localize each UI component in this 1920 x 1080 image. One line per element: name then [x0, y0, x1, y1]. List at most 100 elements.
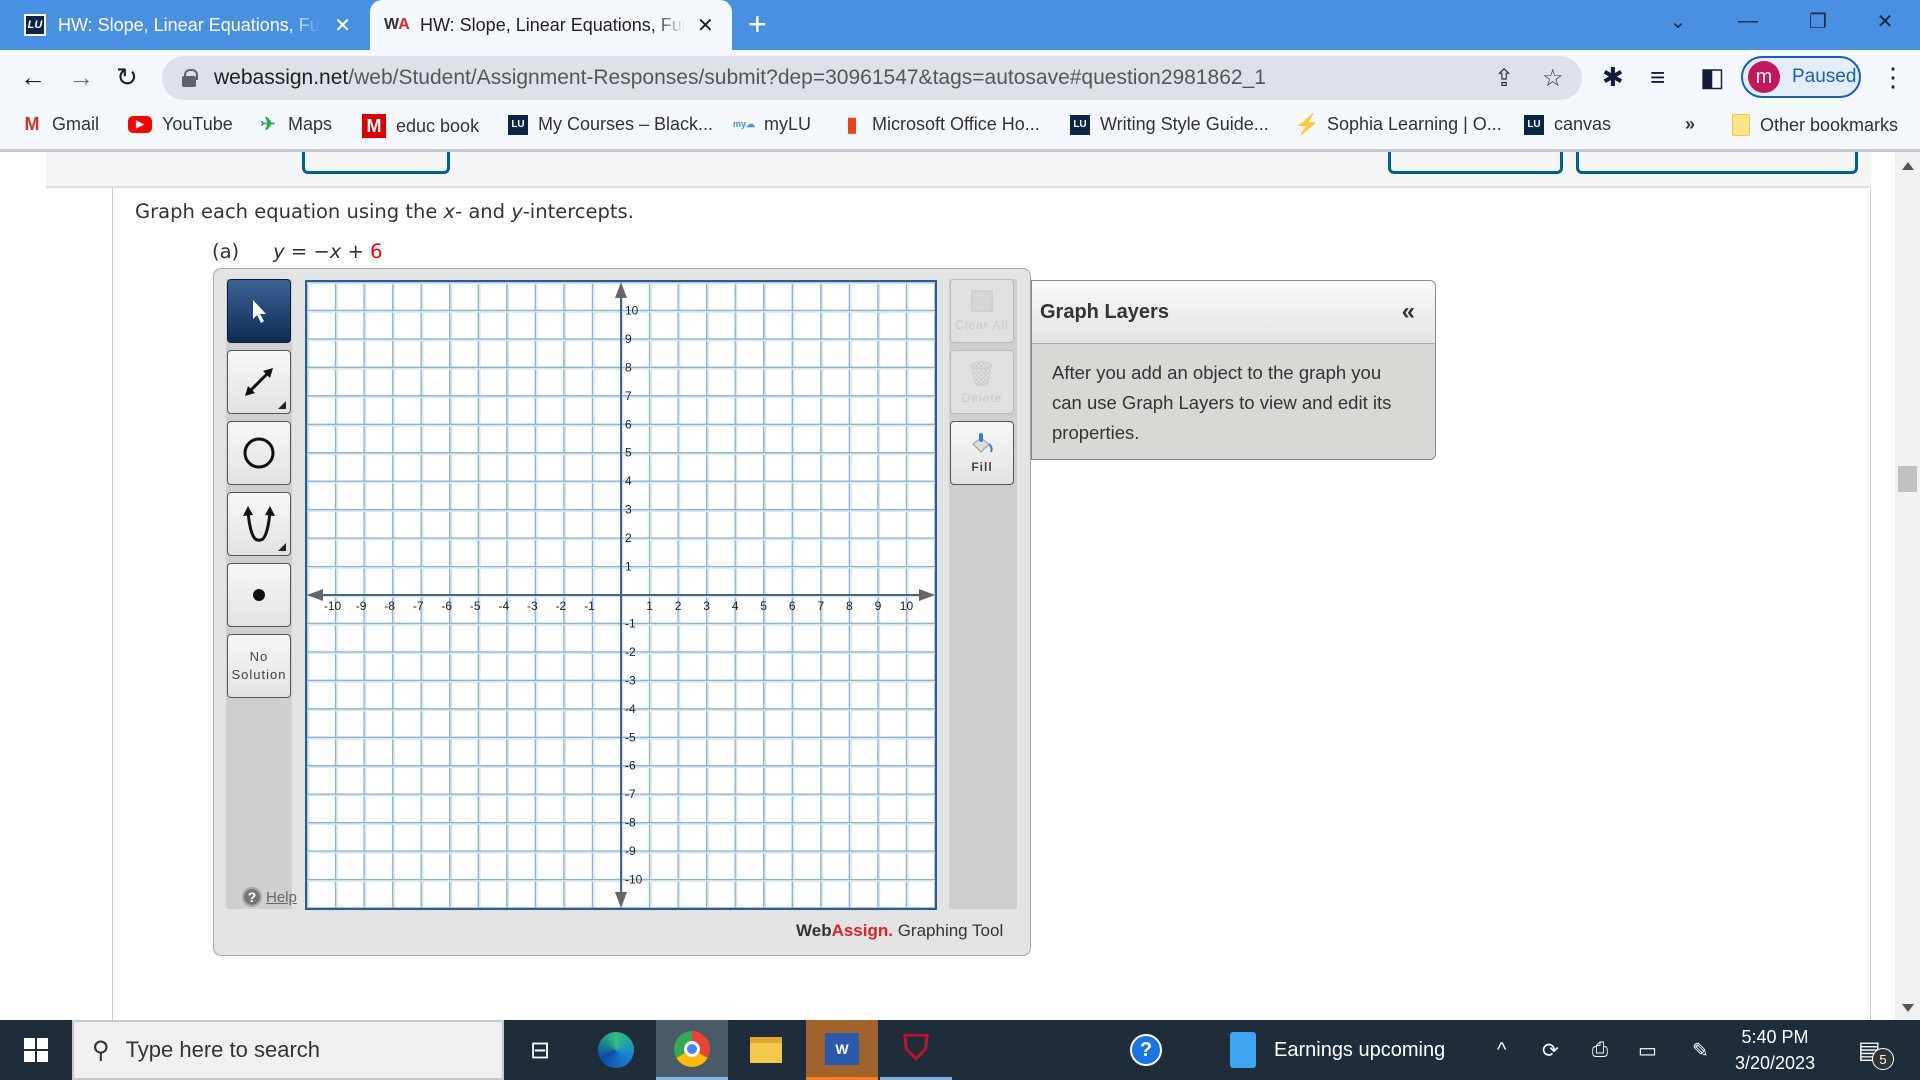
- bookmark-youtube[interactable]: ▶ YouTube: [128, 114, 233, 135]
- help-link[interactable]: ? Help: [242, 887, 297, 907]
- youtube-icon: ▶: [128, 116, 152, 133]
- minimize-button[interactable]: —: [1713, 0, 1783, 42]
- address-bar[interactable]: webassign.net /web/Student/Assignment-Re…: [162, 56, 1582, 100]
- y-tick-label: 7: [625, 389, 632, 403]
- help-icon: ?: [242, 887, 262, 907]
- coordinate-grid[interactable]: -10 -10 -9 -9 -8 -8 -7 -7 -6 -6 -5 -5 -4 -4 -3 -3 -2 -2 -1…: [305, 280, 938, 911]
- bookmark-microsoft-office[interactable]: ▮ Microsoft Office Ho...: [842, 114, 1039, 136]
- restore-button[interactable]: ❐: [1783, 0, 1853, 42]
- vertical-scrollbar[interactable]: [1895, 152, 1920, 1020]
- battery-icon[interactable]: ▭: [1638, 1020, 1657, 1080]
- answer-input-box[interactable]: [1576, 152, 1858, 174]
- fill-button[interactable]: Fill: [950, 421, 1014, 485]
- scroll-down-icon[interactable]: [1902, 1004, 1914, 1012]
- y-tick-label: 10: [625, 303, 639, 317]
- point-icon: [253, 589, 265, 601]
- tab-search-icon[interactable]: ⌄: [1643, 0, 1713, 42]
- browser-toolbar: ← → ↻ webassign.net /web/Student/Assignm…: [0, 50, 1920, 106]
- x-tick-label: -10: [324, 599, 342, 613]
- graphing-tool: No Solution ? Help -10 -10 -9 -9 -8 -8 -7 -7 -6 -6…: [213, 268, 1031, 956]
- back-icon[interactable]: ←: [20, 62, 46, 93]
- x-tick-label: 4: [732, 599, 739, 613]
- grid-canvas[interactable]: -10 -10 -9 -9 -8 -8 -7 -7 -6 -6 -5 -5 -4 -4 -3 -3 -2 -2 -1…: [306, 281, 938, 911]
- profile-button[interactable]: m Paused: [1741, 56, 1861, 98]
- y-tick-label: 4: [625, 474, 632, 488]
- clear-all-button[interactable]: Clear All: [950, 279, 1014, 343]
- file-explorer-icon[interactable]: [730, 1020, 802, 1080]
- answer-input-box[interactable]: [302, 152, 450, 174]
- edge-icon[interactable]: [580, 1020, 652, 1080]
- delete-button[interactable]: 🗑 Delete: [950, 350, 1014, 414]
- tab-lu-homework[interactable]: LU HW: Slope, Linear Equations, Function…: [10, 0, 365, 50]
- answer-input-box[interactable]: [1388, 152, 1563, 174]
- reload-icon[interactable]: ↻: [116, 62, 138, 93]
- start-button[interactable]: [0, 1020, 72, 1080]
- taskbar-search[interactable]: ⚲ Type here to search: [72, 1020, 504, 1080]
- bookmark-gmail[interactable]: M Gmail: [22, 114, 100, 135]
- bookmark-canvas[interactable]: LU canvas: [1524, 114, 1611, 135]
- menu-icon[interactable]: ⋮: [1880, 62, 1906, 93]
- scroll-up-icon[interactable]: [1902, 162, 1914, 170]
- bookmark-writing-style-guide[interactable]: LU Writing Style Guide...: [1070, 114, 1269, 135]
- question-prompt: Graph each equation using the x- and y-i…: [135, 200, 634, 223]
- parabola-tool-button[interactable]: [227, 492, 291, 556]
- bookmark-sophia-learning[interactable]: ⚡ Sophia Learning | O...: [1295, 114, 1502, 136]
- pen-icon[interactable]: ✎: [1692, 1020, 1709, 1080]
- no-solution-button[interactable]: No Solution: [227, 634, 291, 698]
- extensions-icon[interactable]: ✱: [1602, 62, 1624, 93]
- lock-icon: [182, 69, 198, 87]
- star-icon[interactable]: ☆: [1542, 64, 1564, 93]
- chrome-icon[interactable]: [656, 1020, 728, 1080]
- lu-icon: LU: [24, 14, 46, 36]
- word-icon[interactable]: W: [806, 1020, 878, 1080]
- y-tick-label: 1: [625, 560, 632, 574]
- mylu-icon: my☁: [733, 119, 756, 129]
- side-panel-icon[interactable]: ◧: [1700, 62, 1725, 93]
- search-placeholder: Type here to search: [125, 1037, 321, 1062]
- x-tick-label: -7: [413, 599, 424, 613]
- news-text: Earnings upcoming: [1274, 1038, 1446, 1061]
- equation-constant: 6: [370, 240, 383, 263]
- scroll-thumb[interactable]: [1898, 466, 1917, 492]
- y-tick-label: 3: [625, 503, 632, 517]
- line-tool-button[interactable]: [227, 350, 291, 414]
- help-tray-icon[interactable]: ?: [1130, 1020, 1162, 1080]
- bookmark-maps[interactable]: ✈ Maps: [258, 114, 332, 135]
- lu-icon: LU: [508, 114, 528, 135]
- x-tick-label: 1: [646, 599, 653, 613]
- update-tray-icon[interactable]: ⟳: [1542, 1020, 1559, 1080]
- circle-icon: [243, 437, 275, 469]
- graph-layers-help-text: After you add an object to the graph you…: [1052, 362, 1392, 443]
- meet-now-icon[interactable]: ⎙: [1592, 1020, 1608, 1080]
- y-axis-top-arrow-icon: [615, 282, 627, 298]
- close-window-button[interactable]: ✕: [1850, 0, 1920, 42]
- point-tool-button[interactable]: [227, 563, 291, 627]
- bookmark-other[interactable]: Other bookmarks: [1732, 114, 1898, 136]
- circle-tool-button[interactable]: [227, 421, 291, 485]
- more-bookmarks-button[interactable]: »: [1685, 114, 1695, 135]
- media-control-icon[interactable]: ≡: [1650, 62, 1665, 93]
- close-tab-icon[interactable]: ✕: [697, 13, 714, 38]
- close-tab-icon[interactable]: ✕: [334, 13, 351, 38]
- forward-icon[interactable]: →: [68, 62, 94, 93]
- x-tick-label: 5: [760, 599, 767, 613]
- collapse-icon[interactable]: «: [1402, 298, 1415, 326]
- tab-webassign-homework[interactable]: WA HW: Slope, Linear Equations, Function…: [370, 0, 732, 50]
- y-tick-label: 8: [625, 360, 632, 374]
- y-tick-label: -1: [625, 616, 636, 630]
- bookmark-my-courses[interactable]: LU My Courses – Black...: [508, 114, 713, 135]
- select-tool-button[interactable]: [227, 279, 291, 343]
- bookmark-mylu[interactable]: my☁ myLU: [733, 114, 811, 135]
- news-widget[interactable]: Earnings upcoming: [1230, 1020, 1445, 1080]
- show-hidden-icons[interactable]: ^: [1497, 1020, 1506, 1080]
- mcafee-icon[interactable]: ⛉: [880, 1020, 952, 1080]
- x-tick-label: -8: [384, 599, 395, 613]
- share-icon[interactable]: ⇪: [1494, 64, 1514, 93]
- system-clock[interactable]: 5:40 PM 3/20/2023: [1735, 1024, 1815, 1076]
- url-host: webassign.net: [214, 66, 349, 89]
- new-tab-button[interactable]: +: [748, 6, 767, 43]
- bookmark-educ-book[interactable]: Meduc book: [362, 114, 479, 138]
- notifications-button[interactable]: ▤ 5: [1858, 1020, 1894, 1080]
- task-view-icon[interactable]: ⊟: [504, 1020, 576, 1080]
- graph-layers-header: Graph Layers «: [1032, 281, 1435, 344]
